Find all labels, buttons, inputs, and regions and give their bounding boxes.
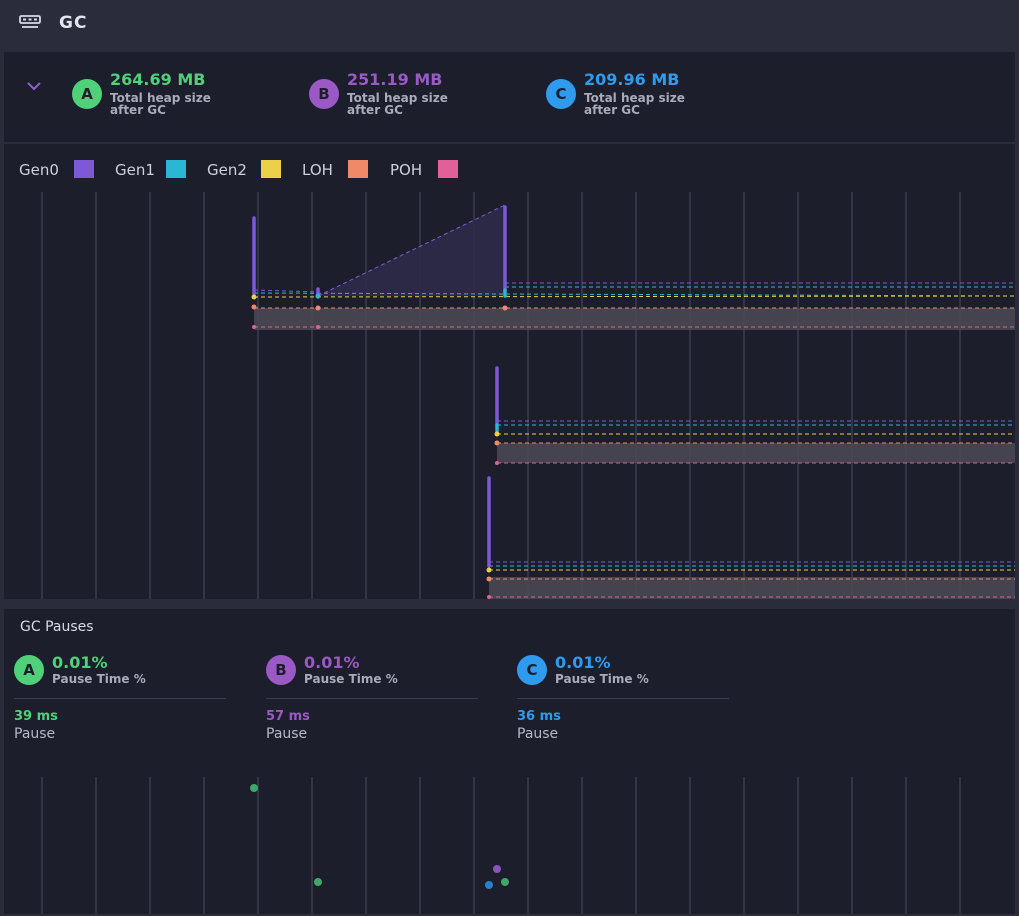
- pause-a-divider: [14, 698, 226, 699]
- chevron-down-icon[interactable]: [26, 80, 42, 92]
- heap-row-c: [486, 476, 1015, 599]
- heap-chart-panel: Gen0 Gen1 Gen2 LOH POH: [4, 144, 1015, 599]
- pause-b-badge: B: [266, 655, 296, 685]
- pause-c-divider: [517, 698, 729, 699]
- run-c-heap-value: 209.96 MB: [584, 70, 680, 89]
- legend-swatch-gen1[interactable]: [166, 160, 186, 178]
- header-bar: GC: [0, 0, 1019, 48]
- pause-b-caption: Pause: [266, 726, 308, 742]
- legend-swatch-gen2[interactable]: [261, 160, 281, 178]
- legend-label-loh: LOH: [302, 161, 333, 179]
- pause-a-value: 0.01%: [52, 653, 108, 672]
- legend-label-gen1: Gen1: [115, 161, 155, 179]
- pause-a-ms: 39 ms: [14, 709, 58, 724]
- pause-b-ms: 57 ms: [266, 709, 310, 724]
- pause-point-a3: [501, 878, 509, 886]
- heap-row-b: [494, 366, 1015, 465]
- pause-c-badge: C: [517, 655, 547, 685]
- legend-swatch-gen0[interactable]: [74, 160, 94, 178]
- pause-b-label: Pause Time %: [304, 672, 398, 686]
- pause-timeline-chart[interactable]: [4, 777, 1015, 914]
- run-a-heap-label: Total heap size after GC: [110, 91, 211, 117]
- run-a-badge: A: [72, 79, 102, 109]
- heap-summary-panel: A 264.69 MB Total heap size after GC B 2…: [4, 52, 1015, 142]
- legend-swatch-loh[interactable]: [348, 160, 368, 178]
- pause-point-c1: [485, 881, 493, 889]
- pause-a-badge: A: [14, 655, 44, 685]
- pause-point-a2: [314, 878, 322, 886]
- run-a-heap-value: 264.69 MB: [110, 70, 206, 89]
- pause-b-divider: [266, 698, 478, 699]
- gc-pauses-panel: GC Pauses A 0.01% Pause Time % 39 ms Pau…: [4, 609, 1015, 914]
- pauses-title: GC Pauses: [20, 619, 94, 635]
- pause-c-ms: 36 ms: [517, 709, 561, 724]
- pause-a-label: Pause Time %: [52, 672, 146, 686]
- run-c-heap-label: Total heap size after GC: [584, 91, 685, 117]
- pause-c-label: Pause Time %: [555, 672, 649, 686]
- run-b-badge: B: [309, 79, 339, 109]
- legend-label-gen0: Gen0: [19, 161, 59, 179]
- run-b-heap-label: Total heap size after GC: [347, 91, 448, 117]
- pause-point-a1: [250, 784, 258, 792]
- pause-grid-lines: [41, 777, 961, 914]
- pause-a-caption: Pause: [14, 726, 56, 742]
- legend-label-gen2: Gen2: [207, 161, 247, 179]
- run-c-badge: C: [546, 79, 576, 109]
- heap-timeline-chart[interactable]: [4, 192, 1015, 599]
- legend-label-poh: POH: [390, 161, 423, 179]
- pause-c-value: 0.01%: [555, 653, 611, 672]
- legend-swatch-poh[interactable]: [438, 160, 458, 178]
- run-b-heap-value: 251.19 MB: [347, 70, 443, 89]
- page-title: GC: [59, 13, 88, 33]
- pause-b-value: 0.01%: [304, 653, 360, 672]
- pause-point-b1: [493, 865, 501, 873]
- pause-c-caption: Pause: [517, 726, 559, 742]
- gc-icon: [19, 15, 41, 28]
